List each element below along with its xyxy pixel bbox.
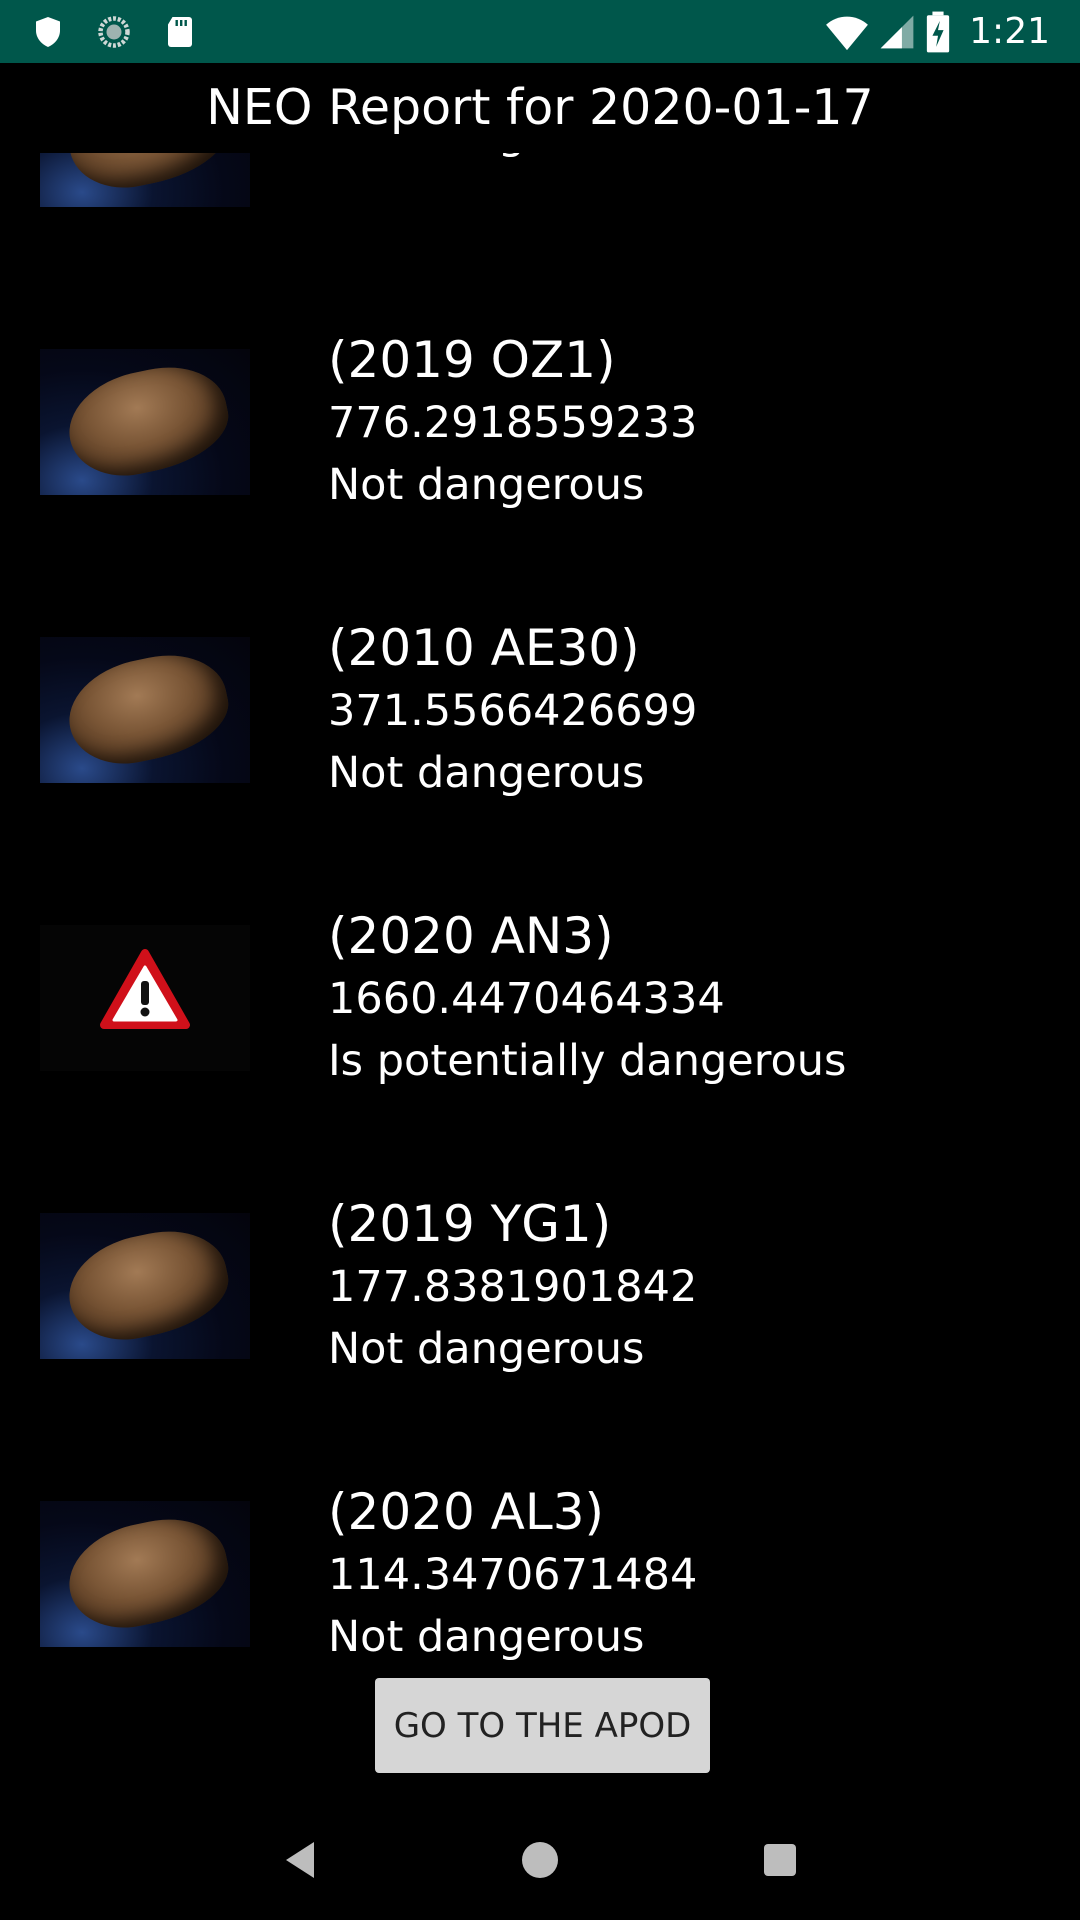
status-left-icons bbox=[30, 14, 198, 50]
neo-name: (2019 YG1) bbox=[328, 1195, 612, 1253]
neo-status: Not dangerous bbox=[328, 460, 645, 510]
status-time: 1:21 bbox=[969, 11, 1050, 52]
asteroid-image bbox=[40, 153, 250, 207]
back-icon[interactable] bbox=[270, 1830, 330, 1890]
neo-value: 177.8381901842 bbox=[328, 1262, 698, 1312]
asteroid-image bbox=[40, 349, 250, 495]
asteroid-image bbox=[40, 1213, 250, 1359]
warning-icon bbox=[40, 925, 250, 1071]
title-bar: NEO Report for 2020-01-17 bbox=[0, 63, 1080, 153]
status-right-icons: 1:21 bbox=[825, 11, 1050, 53]
shield-icon bbox=[30, 14, 66, 50]
neo-name: (2020 AN3) bbox=[328, 907, 614, 965]
neo-status: Not dangerous bbox=[328, 1612, 645, 1662]
neo-status: Not dangerous bbox=[328, 748, 645, 798]
status-bar: 1:21 bbox=[0, 0, 1080, 63]
neo-status: Not dangerous bbox=[328, 1324, 645, 1374]
neo-name: (2019 OZ1) bbox=[328, 331, 616, 389]
list-item[interactable]: (2019 YG1) 177.8381901842 Not dangerous bbox=[0, 1142, 1080, 1430]
neo-name: (2020 AL3) bbox=[328, 1483, 605, 1541]
list-item[interactable]: (2020 AL3) 114.3470671484 Not dangerous bbox=[0, 1430, 1080, 1668]
go-to-apod-button[interactable]: GO TO THE APOD bbox=[375, 1678, 710, 1773]
wifi-icon bbox=[825, 12, 869, 52]
cell-signal-icon bbox=[879, 13, 915, 51]
neo-value: 371.5566426699 bbox=[328, 686, 698, 736]
list-item[interactable]: (2019 OZ1) 776.2918559233 Not dangerous bbox=[0, 278, 1080, 566]
page-title: NEO Report for 2020-01-17 bbox=[206, 79, 874, 136]
list-item[interactable]: Not dangerous bbox=[0, 153, 1080, 278]
home-icon[interactable] bbox=[510, 1830, 570, 1890]
neo-value: 776.2918559233 bbox=[328, 398, 698, 448]
sync-icon bbox=[96, 14, 132, 50]
neo-value: 114.3470671484 bbox=[328, 1550, 698, 1600]
neo-list[interactable]: Not dangerous (2019 OZ1) 776.2918559233 … bbox=[0, 153, 1080, 1668]
asteroid-image bbox=[40, 1501, 250, 1647]
neo-value: 1660.4470464334 bbox=[328, 974, 725, 1024]
list-item[interactable]: (2020 AN3) 1660.4470464334 Is potentiall… bbox=[0, 854, 1080, 1142]
battery-charging-icon bbox=[925, 11, 951, 53]
sd-card-icon bbox=[162, 14, 198, 50]
neo-status: Is potentially dangerous bbox=[328, 1036, 847, 1086]
asteroid-image bbox=[40, 637, 250, 783]
list-item[interactable]: (2010 AE30) 371.5566426699 Not dangerous bbox=[0, 566, 1080, 854]
navigation-bar bbox=[0, 1800, 1080, 1920]
neo-status: Not dangerous bbox=[328, 153, 644, 165]
neo-name: (2010 AE30) bbox=[328, 619, 640, 677]
recents-icon[interactable] bbox=[750, 1830, 810, 1890]
